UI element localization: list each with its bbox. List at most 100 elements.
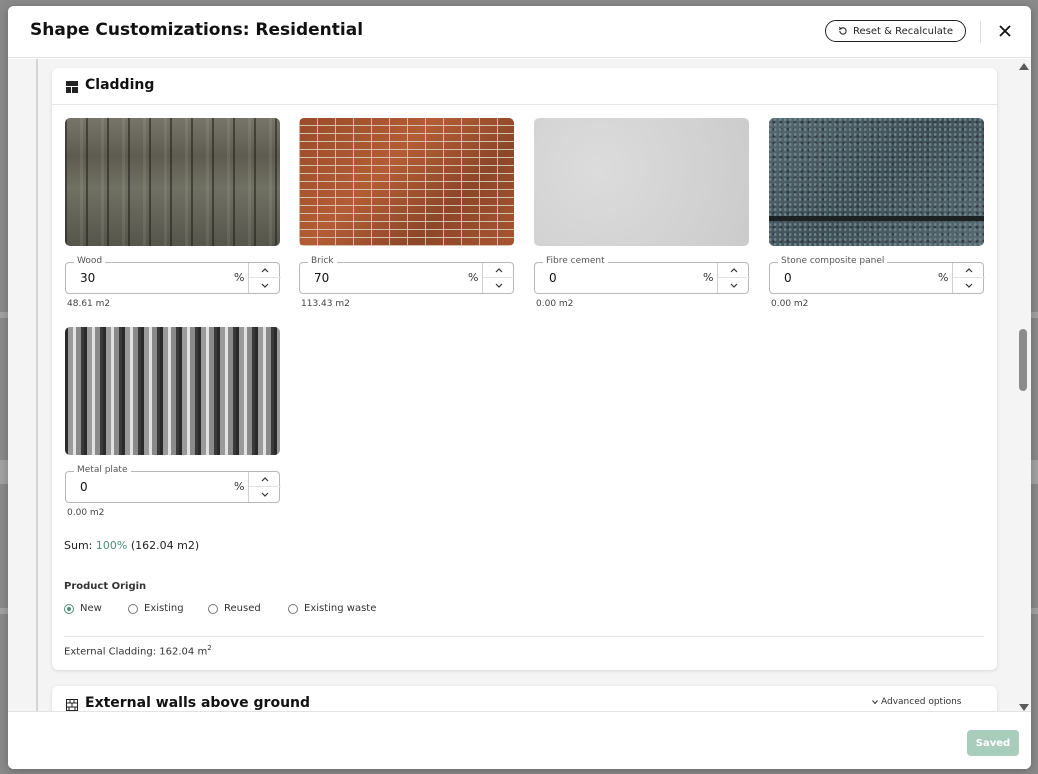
percent-unit: % bbox=[468, 271, 479, 284]
field-value[interactable]: 70 bbox=[314, 271, 329, 285]
radio-label: New bbox=[80, 603, 102, 614]
decrement-button[interactable] bbox=[249, 278, 281, 293]
wood-texture-image bbox=[65, 118, 280, 246]
increment-button[interactable] bbox=[718, 263, 750, 278]
external-cladding-label: External Cladding: bbox=[64, 646, 157, 658]
sum-area: (162.04 m2) bbox=[130, 539, 200, 552]
field-label: Fibre cement bbox=[543, 256, 608, 266]
brick-texture-image bbox=[299, 118, 514, 246]
external-cladding-summary: External Cladding: 162.04 m2 bbox=[64, 644, 212, 657]
sum-summary: Sum: 100% (162.04 m2) bbox=[64, 539, 199, 552]
material-area: 0.00 m2 bbox=[536, 299, 574, 309]
percent-unit: % bbox=[938, 271, 949, 284]
saved-button[interactable]: Saved bbox=[967, 730, 1019, 756]
chevron-down-icon bbox=[730, 283, 738, 288]
sum-label: Sum: bbox=[64, 539, 93, 552]
fibre-cement-percent-field[interactable]: Fibre cement 0 % bbox=[534, 256, 750, 294]
modal-title: Shape Customizations: Residential bbox=[30, 20, 364, 40]
fibre-cement-texture-image bbox=[534, 118, 749, 246]
radio-checked-icon[interactable] bbox=[64, 603, 74, 614]
field-label: Metal plate bbox=[74, 465, 131, 475]
left-rail bbox=[36, 59, 38, 711]
chevron-up-icon bbox=[261, 476, 269, 481]
brick-wall-icon bbox=[66, 699, 78, 711]
decrement-button[interactable] bbox=[953, 278, 985, 293]
external-walls-title: External walls above ground bbox=[85, 695, 311, 711]
increment-button[interactable] bbox=[953, 263, 985, 278]
scroll-down-arrow-icon[interactable] bbox=[1019, 704, 1029, 711]
field-value[interactable]: 30 bbox=[80, 271, 95, 285]
grid-icon bbox=[66, 81, 78, 93]
chevron-up-icon bbox=[730, 267, 738, 272]
origin-radio-existing-waste[interactable]: Existing waste bbox=[288, 603, 376, 614]
scrollbar-thumb[interactable] bbox=[1019, 329, 1027, 391]
modal-footer: Saved bbox=[8, 711, 1031, 769]
increment-button[interactable] bbox=[249, 472, 281, 487]
chevron-down-icon bbox=[872, 700, 878, 704]
header-divider bbox=[980, 21, 981, 43]
chevron-up-icon bbox=[965, 267, 973, 272]
chevron-down-icon bbox=[261, 283, 269, 288]
chevron-down-icon bbox=[965, 283, 973, 288]
quantity-stepper bbox=[952, 263, 985, 293]
shape-customizations-modal: Shape Customizations: Residential Reset … bbox=[8, 6, 1031, 769]
field-value[interactable]: 0 bbox=[549, 271, 557, 285]
wood-percent-field[interactable]: Wood 30 % bbox=[65, 256, 281, 294]
close-icon bbox=[999, 25, 1011, 37]
chevron-up-icon bbox=[495, 267, 503, 272]
increment-button[interactable] bbox=[249, 263, 281, 278]
radio-unchecked-icon[interactable] bbox=[128, 603, 138, 614]
radio-label: Reused bbox=[224, 603, 261, 614]
external-cladding-unit-sup: 2 bbox=[207, 644, 212, 652]
close-button[interactable] bbox=[994, 20, 1016, 42]
brick-percent-field[interactable]: Brick 70 % bbox=[299, 256, 515, 294]
field-label: Stone composite panel bbox=[778, 256, 888, 266]
field-value[interactable]: 0 bbox=[80, 480, 88, 494]
radio-label: Existing bbox=[144, 603, 184, 614]
quantity-stepper bbox=[248, 263, 281, 293]
decrement-button[interactable] bbox=[483, 278, 515, 293]
origin-radio-new[interactable]: New bbox=[64, 603, 102, 614]
quantity-stepper bbox=[717, 263, 750, 293]
external-walls-card: External walls above ground Advanced opt… bbox=[52, 686, 997, 711]
decrement-button[interactable] bbox=[249, 487, 281, 502]
radio-label: Existing waste bbox=[304, 603, 377, 614]
stone-composite-texture-image bbox=[769, 118, 984, 246]
quantity-stepper bbox=[248, 472, 281, 502]
scroll-up-arrow-icon[interactable] bbox=[1019, 63, 1029, 70]
product-origin-label: Product Origin bbox=[64, 581, 147, 592]
percent-unit: % bbox=[703, 271, 714, 284]
modal-body: Cladding Wood 30 % 48.61 m2 Brick 70 % 1… bbox=[8, 59, 1031, 711]
stone-composite-percent-field[interactable]: Stone composite panel 0 % bbox=[769, 256, 985, 294]
field-value[interactable]: 0 bbox=[784, 271, 792, 285]
increment-button[interactable] bbox=[483, 263, 515, 278]
chevron-down-icon bbox=[261, 492, 269, 497]
origin-radio-existing[interactable]: Existing bbox=[128, 603, 184, 614]
sum-percent: 100% bbox=[95, 539, 128, 552]
percent-unit: % bbox=[234, 480, 245, 493]
radio-unchecked-icon[interactable] bbox=[208, 603, 218, 614]
refresh-icon bbox=[838, 26, 847, 35]
metal-plate-percent-field[interactable]: Metal plate 0 % bbox=[65, 465, 281, 503]
material-area: 0.00 m2 bbox=[771, 299, 809, 309]
decrement-button[interactable] bbox=[718, 278, 750, 293]
material-area: 113.43 m2 bbox=[301, 299, 350, 309]
reset-recalculate-label: Reset & Recalculate bbox=[853, 25, 953, 37]
chevron-down-icon bbox=[495, 283, 503, 288]
reset-recalculate-button[interactable]: Reset & Recalculate bbox=[825, 20, 966, 42]
radio-unchecked-icon[interactable] bbox=[288, 603, 298, 614]
section-divider bbox=[64, 636, 984, 637]
quantity-stepper bbox=[482, 263, 515, 293]
percent-unit: % bbox=[234, 271, 245, 284]
origin-radio-reused[interactable]: Reused bbox=[208, 603, 261, 614]
metal-plate-texture-image bbox=[65, 327, 280, 455]
external-cladding-value: 162.04 m bbox=[159, 646, 208, 658]
cladding-card-header: Cladding bbox=[52, 68, 997, 105]
scrollbar[interactable] bbox=[1016, 59, 1031, 711]
material-area: 48.61 m2 bbox=[67, 299, 111, 309]
chevron-up-icon bbox=[261, 267, 269, 272]
cladding-title: Cladding bbox=[85, 77, 155, 93]
advanced-options-label: Advanced options bbox=[881, 697, 962, 707]
cladding-card: Cladding Wood 30 % 48.61 m2 Brick 70 % 1… bbox=[52, 68, 997, 670]
advanced-options-toggle[interactable]: Advanced options bbox=[872, 697, 961, 707]
